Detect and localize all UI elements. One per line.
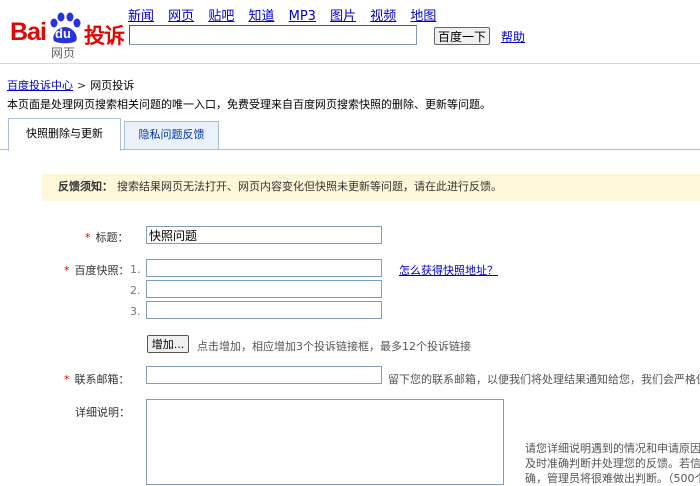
search-button[interactable]: 百度一下 xyxy=(434,27,490,45)
required-mark: * xyxy=(64,264,70,277)
detail-textarea[interactable] xyxy=(146,399,504,485)
nav-link-mp3[interactable]: MP3 xyxy=(289,9,316,24)
breadcrumb-separator: > xyxy=(77,79,87,92)
breadcrumb-home-link[interactable]: 百度投诉中心 xyxy=(7,79,73,92)
snapshot-number-3: 3. xyxy=(130,305,141,318)
email-label-text: 联系邮箱： xyxy=(74,373,130,386)
required-mark: * xyxy=(64,373,70,386)
title-label: * 标题： xyxy=(85,229,129,245)
notice-label: 反馈须知： xyxy=(58,180,113,193)
nav-link-tieba[interactable]: 贴吧 xyxy=(208,9,234,24)
detail-note-line-3: 确，管理员将很难做出判断。（500个汉 xyxy=(525,472,700,485)
title-input[interactable] xyxy=(146,226,382,244)
logo-text-du: du xyxy=(55,26,71,41)
email-input[interactable] xyxy=(146,366,382,384)
detail-note-line-2: 及时准确判断并处理您的反馈。若信息不 xyxy=(525,457,700,470)
required-mark: * xyxy=(85,231,91,244)
header-divider xyxy=(0,63,700,64)
notice-text: 搜索结果网页无法打开、网页内容变化但快照未更新等问题，请在此进行反馈。 xyxy=(117,180,502,193)
title-label-text: 标题： xyxy=(95,231,129,244)
snapshot-help-link[interactable]: 怎么获得快照地址？ xyxy=(399,262,498,278)
tab-snapshot-delete-update[interactable]: 快照删除与更新 xyxy=(8,118,121,151)
nav-link-video[interactable]: 视频 xyxy=(370,9,396,24)
nav-link-zhidao[interactable]: 知道 xyxy=(248,9,274,24)
email-label: * 联系邮箱： xyxy=(64,371,130,387)
snapshot-label-text: 百度快照： xyxy=(74,264,130,277)
detail-label: 详细说明： xyxy=(75,406,130,419)
nav-link-images[interactable]: 图片 xyxy=(330,9,356,24)
top-nav: 新闻 网页 贴吧 知道 MP3 图片 视频 地图 xyxy=(128,5,446,24)
snapshot-label: * 百度快照： xyxy=(64,262,130,278)
logo-text-tousu: 投诉 xyxy=(84,24,125,48)
email-hint: 留下您的联系邮箱，以便我们将处理结果通知给您，我们会严格保密 xyxy=(388,373,700,386)
help-link[interactable]: 帮助 xyxy=(501,28,525,45)
baidu-tousu-logo[interactable]: Bai du 投诉 网页 xyxy=(8,6,126,60)
tab-label: 快照删除与更新 xyxy=(26,127,103,140)
intro-text: 本页面是处理网页搜索相关问题的唯一入口，免费受理来自百度网页搜索快照的删除、更新… xyxy=(7,98,491,111)
breadcrumb-current: 网页投诉 xyxy=(90,79,135,92)
nav-link-map[interactable]: 地图 xyxy=(410,9,436,24)
snapshot-number-2: 2. xyxy=(130,284,141,297)
add-links-hint: 点击增加，相应增加3个投诉链接框，最多12个投诉链接 xyxy=(197,340,471,353)
tab-label: 隐私问题反馈 xyxy=(138,128,205,141)
snapshot-url-input-2[interactable] xyxy=(146,280,382,298)
snapshot-url-input-3[interactable] xyxy=(146,301,382,319)
tab-privacy-feedback[interactable]: 隐私问题反馈 xyxy=(124,121,219,149)
detail-note-line-1: 请您详细说明遇到的情况和申请原因，以 xyxy=(525,442,700,455)
nav-link-news[interactable]: 新闻 xyxy=(128,9,154,24)
search-input[interactable] xyxy=(129,25,417,45)
add-links-button[interactable]: 增加... xyxy=(147,335,189,353)
logo-subtitle: 网页 xyxy=(51,46,76,60)
nav-link-web[interactable]: 网页 xyxy=(168,9,194,24)
feedback-notice: 反馈须知： 搜索结果网页无法打开、网页内容变化但快照未更新等问题，请在此进行反馈… xyxy=(42,174,700,201)
snapshot-url-input-1[interactable] xyxy=(146,259,382,277)
snapshot-number-1: 1. xyxy=(130,263,141,276)
logo-text-bai: Bai xyxy=(10,18,47,46)
breadcrumb: 百度投诉中心 > 网页投诉 xyxy=(7,77,134,93)
